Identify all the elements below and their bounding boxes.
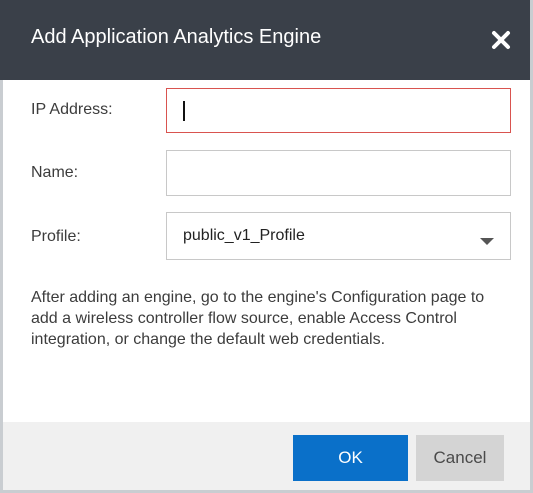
name-label: Name: xyxy=(31,164,79,181)
add-engine-dialog: Add Application Analytics Engine IP Addr… xyxy=(0,0,533,493)
dialog-title: Add Application Analytics Engine xyxy=(31,26,322,48)
ip-address-input[interactable] xyxy=(166,88,511,133)
text-caret xyxy=(183,101,185,121)
cancel-button[interactable]: Cancel xyxy=(416,435,504,481)
close-button[interactable] xyxy=(485,24,517,56)
profile-selected-value: public_v1_Profile xyxy=(183,227,305,244)
ip-address-label: IP Address: xyxy=(31,101,113,118)
ok-button[interactable]: OK xyxy=(293,435,408,481)
profile-select[interactable]: public_v1_Profile xyxy=(166,212,511,260)
dropdown-arrow-icon xyxy=(480,233,494,251)
profile-label: Profile: xyxy=(31,228,81,245)
dialog-footer: OK Cancel xyxy=(0,422,530,490)
dialog-titlebar: Add Application Analytics Engine xyxy=(0,0,530,80)
close-x-icon xyxy=(492,31,510,49)
help-description: After adding an engine, go to the engine… xyxy=(31,289,485,348)
name-input[interactable] xyxy=(166,150,511,196)
